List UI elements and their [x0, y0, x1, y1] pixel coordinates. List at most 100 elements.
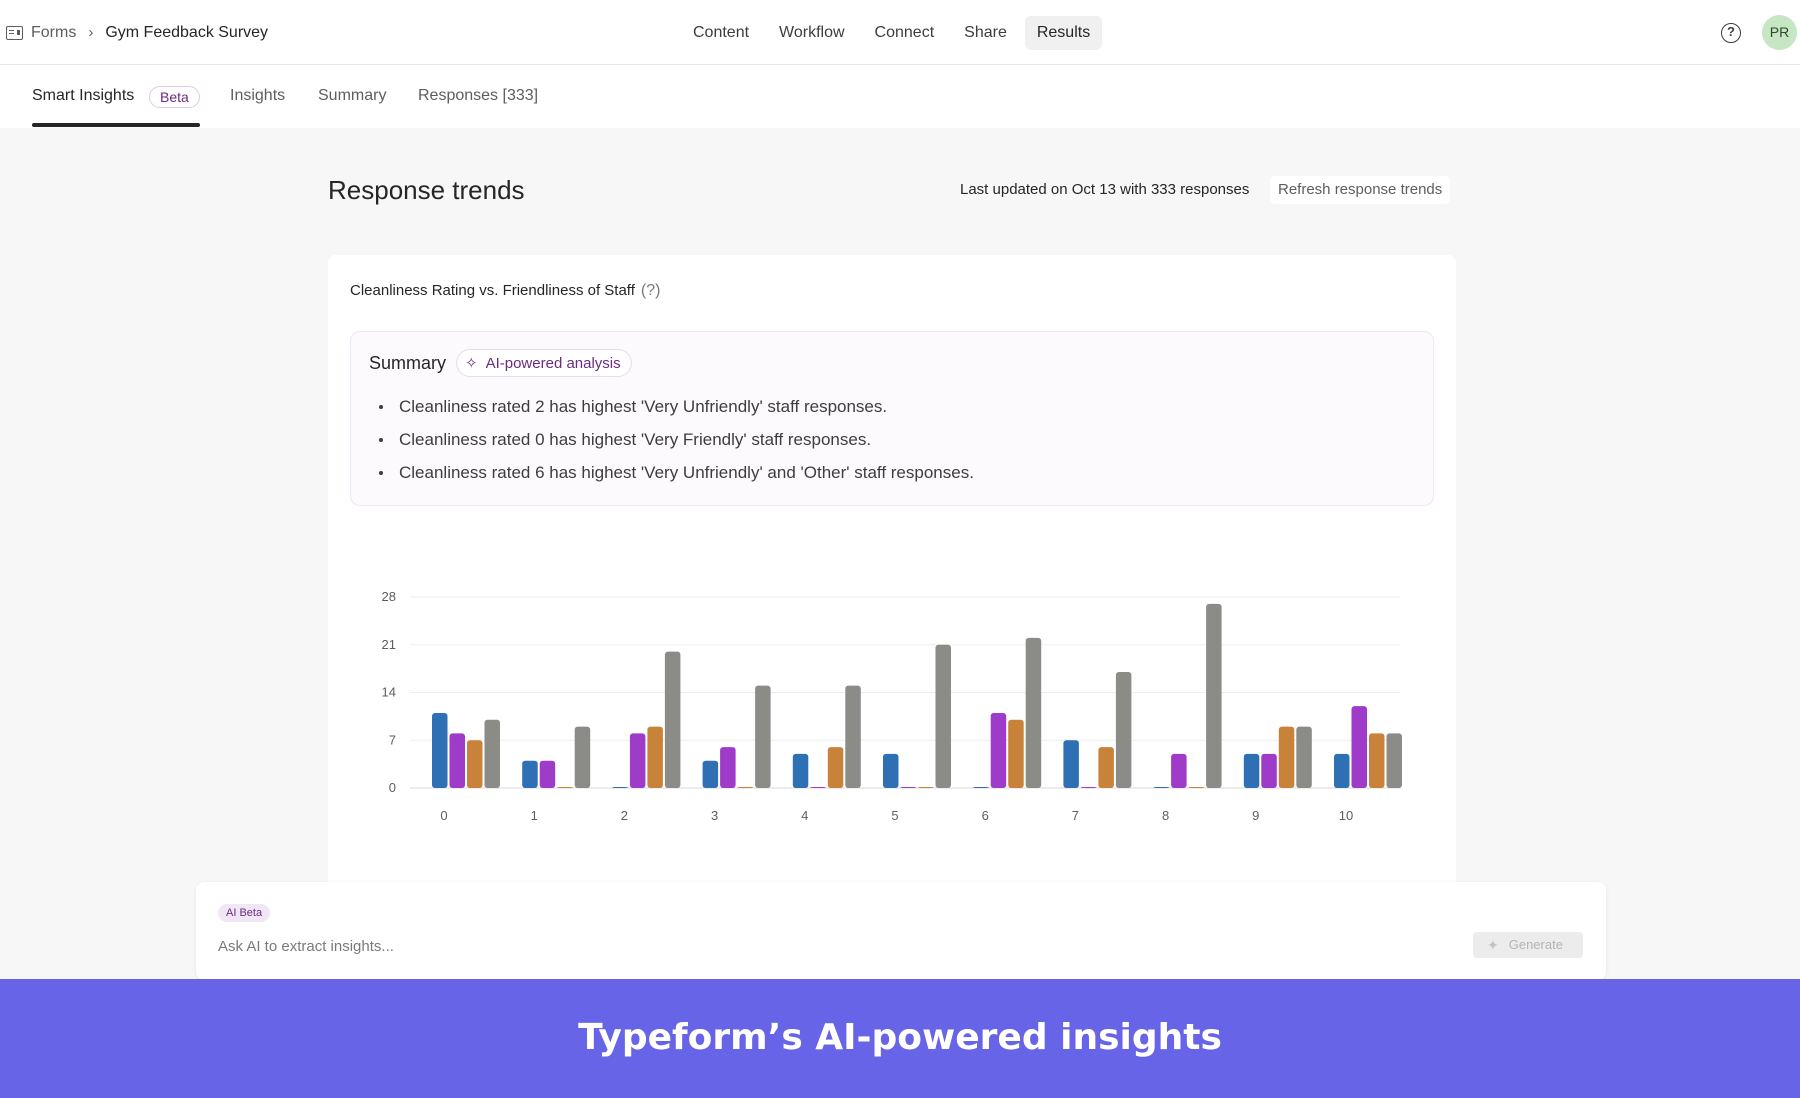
x-tick-label: 7 [1072, 808, 1079, 823]
x-tick-label: 9 [1252, 808, 1259, 823]
bar [810, 787, 826, 788]
help-icon[interactable]: ? [1721, 23, 1741, 43]
y-tick-label: 28 [382, 589, 396, 604]
tab-insights[interactable]: Insights [230, 87, 285, 105]
y-tick-label: 14 [382, 685, 396, 700]
generate-label: Generate [1508, 937, 1563, 952]
bar [1153, 787, 1170, 788]
refresh-response-trends-button[interactable]: Refresh response trends [1270, 176, 1451, 204]
x-tick-label: 4 [801, 808, 808, 823]
nav-results[interactable]: Results [1024, 16, 1103, 50]
bar [557, 787, 573, 788]
forms-icon[interactable] [6, 25, 23, 40]
bar-chart: 0 7 14 21 28 0 1 2 3 4 5 6 7 8 9 10 [382, 589, 1402, 823]
summary-box: Summary ✧ AI-powered analysis Cleanlines… [350, 331, 1434, 506]
bar [664, 651, 681, 788]
breadcrumb-forms-link[interactable]: Forms [31, 24, 76, 42]
bar [845, 685, 861, 788]
tab-summary[interactable]: Summary [318, 87, 386, 105]
x-tick-label: 2 [621, 808, 628, 823]
nav-share[interactable]: Share [952, 16, 1019, 50]
bar [1243, 753, 1260, 788]
active-tab-indicator [32, 123, 200, 127]
tab-smart-insights[interactable]: Smart Insights [32, 87, 134, 105]
bar [574, 726, 591, 788]
y-tick-label: 0 [389, 780, 396, 795]
bar [1115, 672, 1132, 788]
bar [1369, 733, 1385, 788]
breadcrumb-current-form[interactable]: Gym Feedback Survey [105, 24, 268, 42]
bar [1098, 747, 1114, 788]
bar [1296, 726, 1312, 788]
y-tick-label: 7 [389, 732, 396, 747]
help-question-icon[interactable]: (?) [641, 282, 661, 299]
bar [629, 733, 646, 788]
summary-label: Summary [369, 353, 447, 373]
breadcrumb: Forms › Gym Feedback Survey [6, 0, 268, 65]
page-title: Response trends [328, 175, 525, 205]
summary-item: Cleanliness rated 6 has highest 'Very Un… [379, 456, 974, 489]
bar [1080, 787, 1097, 788]
nav-content[interactable]: Content [681, 16, 761, 50]
nav-connect[interactable]: Connect [863, 16, 947, 50]
tab-responses[interactable]: Responses [333] [418, 87, 538, 105]
bar [647, 726, 663, 788]
bar [522, 760, 538, 788]
bar [432, 712, 448, 788]
main-nav: Content Workflow Connect Share Results [681, 16, 1108, 50]
bar [755, 685, 771, 788]
bar [1386, 733, 1402, 788]
ai-analysis-chip: ✧ AI-powered analysis [456, 349, 632, 377]
bar [737, 787, 754, 788]
bar [612, 787, 628, 788]
top-bar: Forms › Gym Feedback Survey Content Work… [0, 0, 1800, 65]
bar [1008, 719, 1024, 788]
bar [484, 719, 500, 788]
bar [1278, 726, 1295, 788]
bar [467, 740, 483, 788]
x-tick-label: 3 [711, 808, 718, 823]
bar [449, 733, 465, 788]
summary-item: Cleanliness rated 0 has highest 'Very Fr… [379, 423, 974, 456]
avatar[interactable]: PR [1762, 15, 1797, 50]
promo-banner: Typeform’s AI-powered insights [0, 979, 1800, 1098]
banner-text: Typeform’s AI-powered insights [578, 1017, 1222, 1058]
bar [918, 787, 934, 788]
bar [900, 787, 916, 788]
summary-item: Cleanliness rated 2 has highest 'Very Un… [379, 390, 974, 423]
bar [1063, 740, 1079, 788]
ask-ai-input[interactable] [218, 938, 1318, 955]
bar [702, 760, 719, 788]
ask-ai-panel: AI Beta ✦ Generate [196, 882, 1606, 980]
bar [1334, 753, 1350, 788]
insight-card: Cleanliness Rating vs. Friendliness of S… [328, 255, 1456, 895]
generate-button[interactable]: ✦ Generate [1473, 932, 1583, 958]
bar [720, 747, 736, 788]
nav-workflow[interactable]: Workflow [767, 16, 857, 50]
x-tick-label: 5 [891, 808, 898, 823]
x-tick-label: 6 [982, 808, 989, 823]
bar [1188, 787, 1205, 788]
sub-tabs: Smart Insights Insights Summary Response… [0, 65, 1800, 128]
x-tick-label: 1 [531, 808, 538, 823]
bar [792, 753, 809, 788]
card-title-text: Cleanliness Rating vs. Friendliness of S… [350, 282, 635, 299]
x-tick-label: 10 [1339, 808, 1353, 823]
sparkle-icon: ✦ [1487, 937, 1499, 953]
last-updated-text: Last updated on Oct 13 with 333 response… [960, 181, 1250, 198]
x-tick-label: 0 [440, 808, 447, 823]
bar [883, 753, 899, 788]
card-title: Cleanliness Rating vs. Friendliness of S… [350, 282, 660, 300]
bar [1261, 753, 1277, 788]
bar [1206, 603, 1222, 788]
sparkle-icon: ✧ [465, 355, 478, 372]
ai-beta-badge: AI Beta [218, 904, 271, 922]
summary-list: Cleanliness rated 2 has highest 'Very Un… [379, 390, 974, 489]
bar [990, 712, 1007, 788]
bar [539, 760, 556, 788]
ai-chip-label: AI-powered analysis [485, 354, 621, 372]
bar [935, 644, 951, 788]
beta-badge: Beta [149, 86, 200, 108]
bar [973, 787, 989, 788]
bar [827, 747, 844, 788]
